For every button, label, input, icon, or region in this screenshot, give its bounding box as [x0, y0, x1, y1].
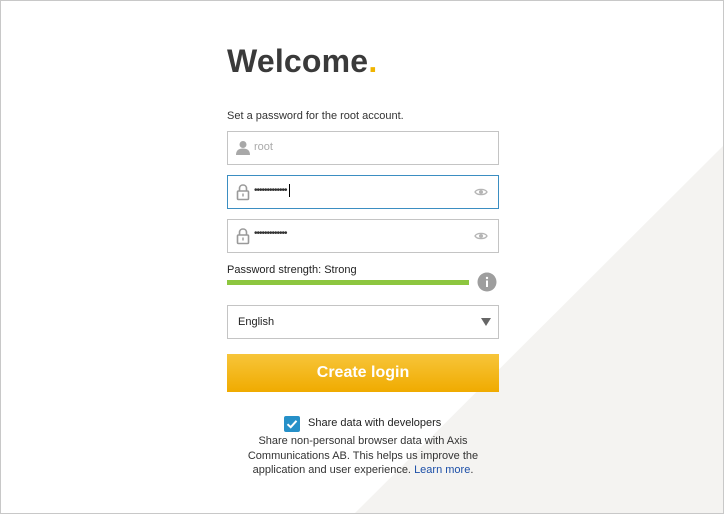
info-icon[interactable] [477, 272, 497, 292]
checkmark-icon [286, 420, 298, 429]
login-page: Welcome. Set a password for the root acc… [0, 0, 724, 514]
language-selected-value: English [238, 316, 275, 328]
title-text: Welcome [227, 43, 369, 79]
share-data-description: Share non-personal browser data with Axi… [227, 434, 499, 478]
create-login-button[interactable]: Create login [227, 354, 499, 392]
confirm-password-value: ••••••••••••• [254, 228, 288, 239]
instruction-text: Set a password for the root account. [227, 110, 404, 122]
page-title: Welcome. [227, 43, 377, 80]
password-strength-bar [227, 280, 469, 285]
share-data-checkbox[interactable] [284, 416, 300, 432]
password-strength-fill [227, 280, 469, 285]
text-caret [288, 184, 290, 197]
lock-icon [236, 184, 250, 201]
title-dot: . [368, 43, 378, 79]
share-description-end: . [470, 464, 474, 476]
username-field[interactable]: root [227, 131, 499, 165]
share-data-label: Share data with developers [308, 417, 442, 429]
password-field[interactable]: ••••••••••••• [227, 175, 499, 209]
language-select[interactable]: English [227, 305, 499, 339]
show-confirm-password-icon[interactable] [474, 229, 488, 243]
dropdown-arrow-icon [481, 318, 491, 326]
confirm-password-field[interactable]: ••••••••••••• [227, 219, 499, 253]
show-password-icon[interactable] [474, 185, 488, 199]
lock-icon [236, 228, 250, 245]
password-value: ••••••••••••• [254, 184, 290, 197]
username-value: root [254, 141, 273, 153]
learn-more-link[interactable]: Learn more [414, 464, 470, 476]
user-icon [236, 141, 250, 155]
password-strength-label: Password strength: Strong [227, 264, 357, 276]
password-mask: ••••••••••••• [254, 185, 288, 197]
